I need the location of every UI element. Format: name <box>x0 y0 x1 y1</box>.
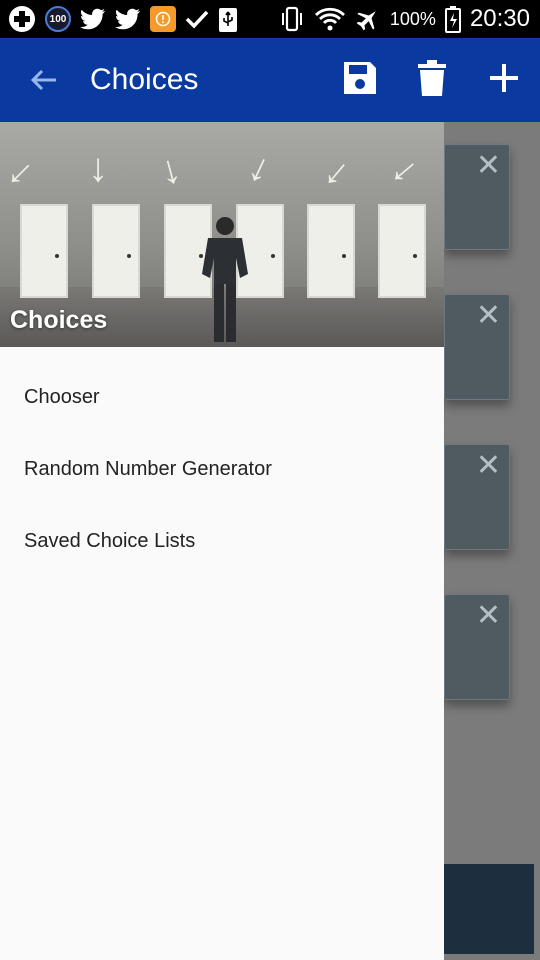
close-icon: ✕ <box>475 149 501 182</box>
vibrate-icon <box>279 6 305 32</box>
twitter-icon <box>80 8 106 30</box>
close-icon: ✕ <box>475 599 501 632</box>
choice-card: ✕ <box>444 144 510 250</box>
save-icon <box>341 59 379 102</box>
drawer-header-title: Choices <box>10 306 108 334</box>
choice-card: ✕ <box>444 444 510 550</box>
app-bar: Choices <box>0 38 540 122</box>
trash-icon <box>417 59 447 102</box>
wifi-icon <box>314 7 346 31</box>
plus-icon <box>488 62 520 99</box>
navigation-drawer: ↓ ↓ ↓ ↓ ↓ ↓ Choices Chooser Random Numbe… <box>0 122 444 960</box>
twitter-icon <box>115 8 141 30</box>
choice-card: ✕ <box>444 594 510 700</box>
drawer-header-image: ↓ ↓ ↓ ↓ ↓ ↓ Choices <box>0 122 444 347</box>
counter-badge-icon: 100 <box>45 6 71 32</box>
close-icon: ✕ <box>475 299 501 332</box>
dimmed-bottom-button <box>444 864 534 954</box>
checkmark-icon <box>185 9 209 29</box>
airplane-mode-icon <box>355 6 381 32</box>
drawer-item-random-number-generator[interactable]: Random Number Generator <box>0 433 444 505</box>
screen: 100 100% 20:30 Choices ✕ ✕ ✕ ✕ ↓ ↓ ↓ ↓ ↓… <box>0 0 540 960</box>
clock: 20:30 <box>469 5 530 32</box>
close-icon: ✕ <box>475 449 501 482</box>
app-notification-icon <box>150 6 176 32</box>
status-bar: 100 100% 20:30 <box>0 0 540 38</box>
back-arrow-icon[interactable] <box>14 38 74 122</box>
medical-cross-icon <box>8 5 36 33</box>
add-button[interactable] <box>468 38 540 122</box>
drawer-menu: Chooser Random Number Generator Saved Ch… <box>0 347 444 577</box>
drawer-item-saved-choice-lists[interactable]: Saved Choice Lists <box>0 505 444 577</box>
usb-icon <box>218 5 238 33</box>
app-title: Choices <box>90 63 199 96</box>
battery-percentage: 100% <box>389 8 436 29</box>
save-button[interactable] <box>324 38 396 122</box>
battery-charging-icon <box>444 5 461 33</box>
delete-button[interactable] <box>396 38 468 122</box>
drawer-item-chooser[interactable]: Chooser <box>0 361 444 433</box>
choice-card: ✕ <box>444 294 510 400</box>
